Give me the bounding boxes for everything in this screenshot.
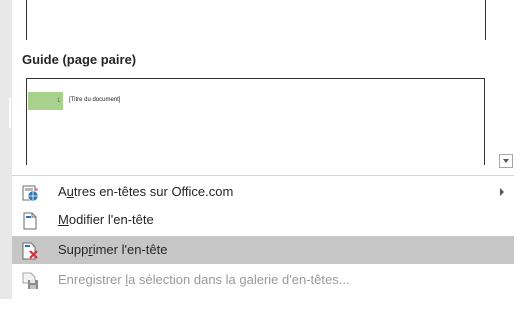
remove-header-icon [21, 242, 39, 260]
menu-item-label: Autres en-têtes sur Office.com [58, 184, 234, 199]
menu-item-remove-header[interactable]: Supprimer l'en-tête [12, 236, 514, 264]
thumbnail-tab-mark: 1 [57, 98, 61, 104]
menu-item-more-headers-office[interactable]: Autres en-têtes sur Office.com [12, 178, 514, 206]
header-gallery: Guide (page paire) 1 [Titre du document] [12, 0, 514, 175]
menu-item-edit-header[interactable]: Modifier l'en-tête [12, 206, 514, 234]
save-selection-icon [21, 272, 39, 290]
menu-item-save-selection: Enregistrer la sélection dans la galerie… [12, 266, 514, 294]
submenu-arrow-icon [500, 188, 504, 196]
header-thumbnail-even-page[interactable]: 1 [Titre du document] [26, 78, 485, 165]
menu-item-label: Modifier l'en-tête [58, 212, 154, 227]
header-page-icon [21, 212, 39, 230]
header-gallery-dropdown: Guide (page paire) 1 [Titre du document]… [0, 0, 525, 315]
header-options-menu: Autres en-têtes sur Office.com Modifier … [12, 175, 514, 300]
header-thumbnail-previous[interactable] [26, 0, 486, 40]
menu-item-label: Supprimer l'en-tête [58, 242, 168, 257]
scroll-down-button[interactable] [499, 154, 513, 168]
document-bottom-area [0, 299, 525, 315]
thumbnail-title-placeholder: [Titre du document] [69, 97, 121, 103]
gallery-scrollbar[interactable] [497, 0, 514, 175]
gallery-section-title: Guide (page paire) [22, 52, 137, 67]
document-background-strip [0, 0, 12, 315]
menu-item-label: Enregistrer la sélection dans la galerie… [58, 272, 350, 287]
office-globe-icon [21, 184, 39, 202]
ruler-mark [9, 98, 11, 128]
